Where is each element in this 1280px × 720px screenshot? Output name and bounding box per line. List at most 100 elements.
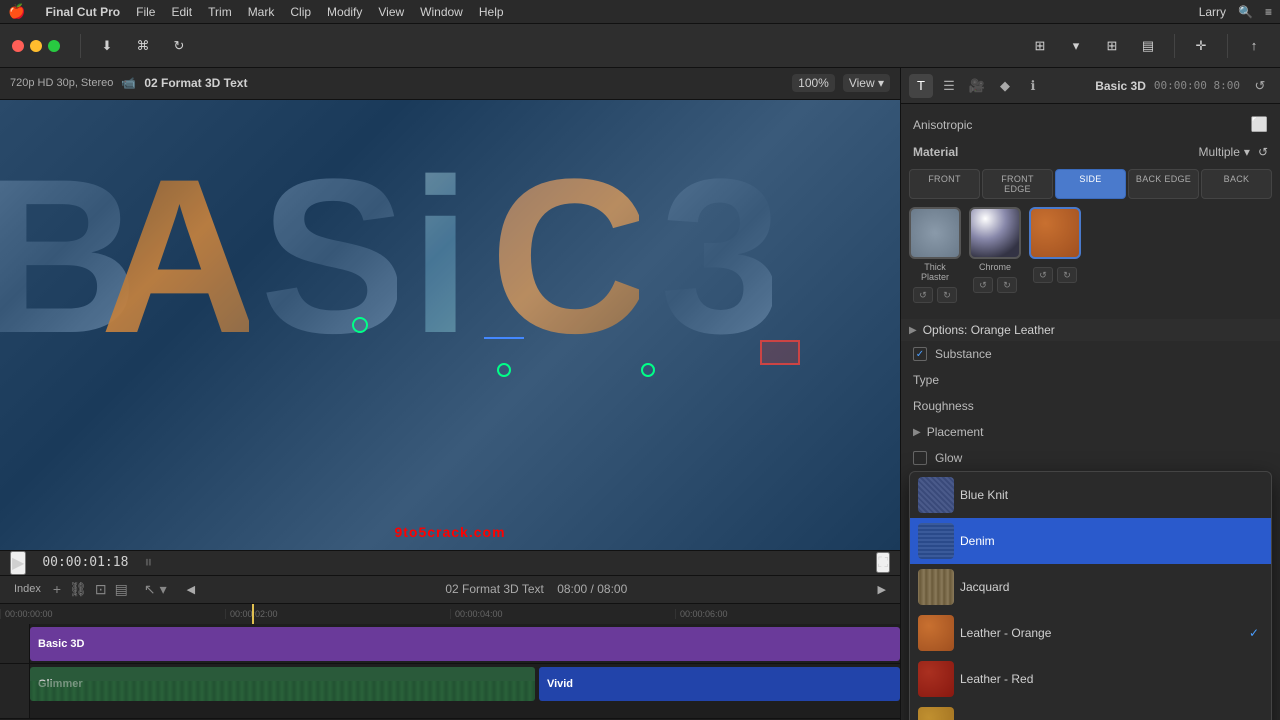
tab-side[interactable]: SIDE [1055, 169, 1126, 199]
playback-mode-btns: ↖ ▾ [144, 581, 167, 598]
tab-front[interactable]: FRONT [909, 169, 980, 199]
share-btn[interactable]: ↑ [1240, 32, 1268, 60]
dropdown-item-leather-yellow[interactable]: Leather - Yellow [910, 702, 1271, 720]
menu-file[interactable]: File [136, 5, 155, 19]
label-leather-orange: Leather - Orange [960, 626, 1243, 640]
prev-btn[interactable]: ◀ [183, 581, 199, 598]
thumb-leather-yellow [918, 707, 954, 720]
inspector-tab-info[interactable]: ℹ [1021, 74, 1045, 98]
toolbar-right: ⊞ ▾ ⊞ ▤ ✛ ↑ [1026, 32, 1268, 60]
link-btn[interactable]: ⛓ [69, 581, 87, 598]
layout-toggle-btn[interactable]: ▤ [115, 581, 128, 598]
type-row: Type [901, 367, 1280, 393]
main-toolbar: ⬇ ⌘ ↻ ⊞ ▾ ⊞ ▤ ✛ ↑ [0, 24, 1280, 68]
layout-btn-1[interactable]: ⊞ [1026, 32, 1054, 60]
playhead[interactable] [252, 604, 254, 624]
material-value: Multiple [1199, 145, 1240, 159]
menu-modify[interactable]: Modify [327, 5, 362, 19]
thumb-leather-red [918, 661, 954, 697]
resize-btn[interactable]: ⊡ [95, 581, 107, 598]
index-btn[interactable]: Index [10, 581, 45, 597]
material-reset-btn[interactable]: ↺ [1258, 145, 1268, 159]
download-btn[interactable]: ⬇ [93, 32, 121, 60]
material-dropdown-arrow[interactable]: ▾ [1244, 145, 1250, 159]
placement-expand-arrow: ▶ [913, 427, 921, 438]
clip-glimmer[interactable]: Glimmer [30, 667, 535, 701]
options-row[interactable]: ▶ Options: Orange Leather [901, 319, 1280, 341]
fullscreen-toggle[interactable]: ⛶ [876, 552, 890, 573]
main-layout: 720p HD 30p, Stereo 📹 02 Format 3D Text … [0, 68, 1280, 720]
menu-clip[interactable]: Clip [290, 5, 311, 19]
substance-checkbox[interactable] [913, 347, 927, 361]
refresh-btn[interactable]: ↻ [165, 32, 193, 60]
grid-btn[interactable]: ⊞ [1098, 32, 1126, 60]
text-i: i [410, 130, 461, 383]
close-button[interactable] [12, 40, 24, 52]
preset-thumb-orange-leather[interactable] [1029, 207, 1081, 259]
cursor-btn-2[interactable]: ▾ [160, 581, 167, 598]
apple-menu[interactable]: 🍎 [8, 3, 25, 20]
preset-ctrl-left-1[interactable]: ↺ [913, 287, 933, 303]
add-track-btn[interactable]: + [53, 581, 61, 597]
dropdown-item-leather-orange[interactable]: Leather - Orange ✓ [910, 610, 1271, 656]
app-name[interactable]: Final Cut Pro [45, 5, 120, 19]
menu-help[interactable]: Help [479, 5, 504, 19]
inspector-reset-btn[interactable]: ↺ [1248, 74, 1272, 98]
clip-vivid[interactable]: Vivid [539, 667, 900, 701]
collapse-btn-anisotropic[interactable]: ⬜ [1251, 116, 1268, 133]
control-point-3[interactable] [641, 363, 655, 377]
inspector-tab-diamond[interactable]: ◆ [993, 74, 1017, 98]
menu-view[interactable]: View [378, 5, 404, 19]
grid-btn-2[interactable]: ▤ [1134, 32, 1162, 60]
clip-basic3d[interactable]: Basic 3D [30, 627, 900, 661]
menu-window[interactable]: Window [420, 5, 463, 19]
search-icon[interactable]: 🔍 [1238, 5, 1253, 19]
tab-front-edge[interactable]: FRONT EDGE [982, 169, 1053, 199]
tab-back-edge[interactable]: BACK EDGE [1128, 169, 1199, 199]
minimize-button[interactable] [30, 40, 42, 52]
list-icon[interactable]: ≡ [1265, 5, 1272, 19]
cursor-btn[interactable]: ↖ [144, 581, 156, 598]
preset-ctrl-right-3[interactable]: ↻ [1057, 267, 1077, 283]
inspector-body: Anisotropic ⬜ Material Multiple ▾ ↺ FRON… [901, 104, 1280, 720]
tab-back[interactable]: BACK [1201, 169, 1272, 199]
next-btn[interactable]: ▶ [874, 581, 890, 598]
preset-ctrl-left-2[interactable]: ↺ [973, 277, 993, 293]
text-c: C [490, 130, 639, 383]
anisotropic-row: Anisotropic ⬜ [901, 112, 1280, 137]
material-multiple: Multiple ▾ ↺ [1199, 145, 1268, 159]
control-point-1[interactable] [352, 317, 368, 333]
preset-ctrl-left-3[interactable]: ↺ [1033, 267, 1053, 283]
play-button[interactable]: ▶ [10, 551, 26, 575]
control-point-2[interactable] [497, 363, 511, 377]
layout-btn-2[interactable]: ▾ [1062, 32, 1090, 60]
preview-toolbar: 720p HD 30p, Stereo 📹 02 Format 3D Text … [0, 68, 900, 100]
zoom-level[interactable]: 100% [792, 74, 835, 92]
dropdown-item-jacquard[interactable]: Jacquard [910, 564, 1271, 610]
dropdown-item-leather-red[interactable]: Leather - Red [910, 656, 1271, 702]
glow-checkbox[interactable] [913, 451, 927, 465]
menu-trim[interactable]: Trim [208, 5, 232, 19]
transform-btn[interactable]: ✛ [1187, 32, 1215, 60]
view-button[interactable]: View ▾ [843, 74, 890, 92]
menu-edit[interactable]: Edit [171, 5, 192, 19]
inspector-tab-list[interactable]: ☰ [937, 74, 961, 98]
preset-thumb-chrome[interactable] [969, 207, 1021, 259]
dropdown-item-blue-knit[interactable]: Blue Knit [910, 472, 1271, 518]
preset-ctrl-right-1[interactable]: ↻ [937, 287, 957, 303]
inspector-tab-text[interactable]: T [909, 74, 933, 98]
key-btn[interactable]: ⌘ [129, 32, 157, 60]
menubar-user: Larry [1199, 5, 1226, 19]
fullscreen-button[interactable] [48, 40, 60, 52]
ruler-mark-1: 00:00:02:00 [225, 609, 450, 619]
preset-ctrl-right-2[interactable]: ↻ [997, 277, 1017, 293]
preset-label-chrome: Chrome [979, 262, 1011, 272]
inspector-tab-camera[interactable]: 🎥 [965, 74, 989, 98]
menu-mark[interactable]: Mark [248, 5, 275, 19]
roughness-row: Roughness [901, 393, 1280, 419]
preset-thumb-thick-plaster[interactable] [909, 207, 961, 259]
timeline-area: Index + ⛓ ⊡ ▤ ↖ ▾ ◀ 02 Format 3D Text 08… [0, 575, 900, 720]
dropdown-item-denim[interactable]: Denim [910, 518, 1271, 564]
clip-name: 02 Format 3D Text [144, 76, 247, 90]
timeline-ruler: 00:00:00:00 00:00:02:00 00:00:04:00 00:0… [0, 604, 900, 624]
